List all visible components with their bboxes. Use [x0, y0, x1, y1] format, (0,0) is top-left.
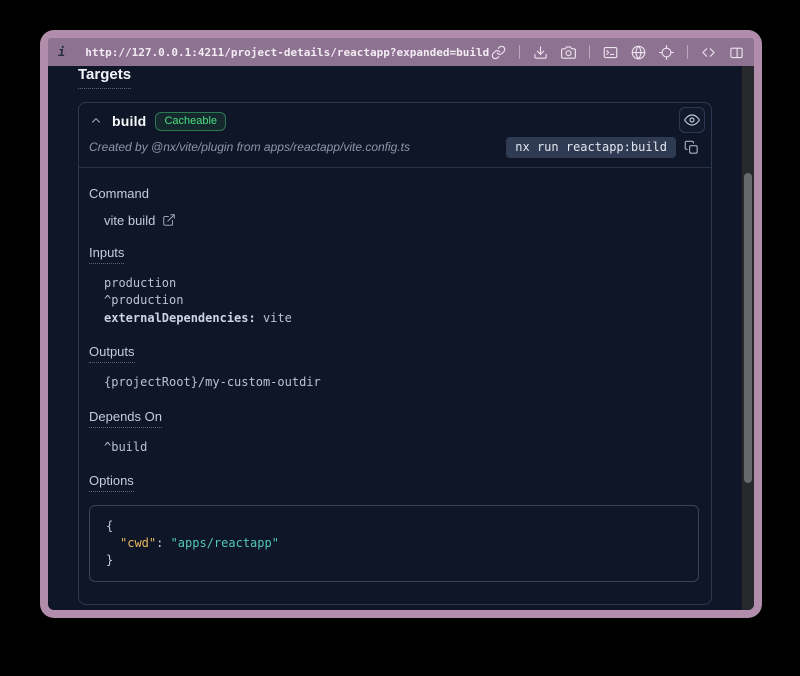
created-by-text: Created by @nx/vite/plugin from apps/rea… — [89, 140, 410, 154]
json-line: { — [106, 518, 682, 535]
inputs-heading: Inputs — [89, 245, 124, 264]
build-title-row: build Cacheable — [89, 112, 699, 131]
target-icon[interactable] — [659, 45, 674, 60]
camera-icon[interactable] — [561, 45, 576, 60]
code-icon[interactable] — [701, 45, 716, 60]
globe-icon[interactable] — [631, 45, 646, 60]
depends-on-item: ^build — [104, 439, 699, 457]
external-link-icon[interactable] — [162, 213, 176, 227]
target-card-build: build Cacheable Created by @nx/vite/plug… — [78, 102, 712, 606]
run-command-chip: nx run reactapp:build — [506, 137, 676, 158]
toolbar-actions — [491, 45, 744, 60]
build-card-header: build Cacheable Created by @nx/vite/plug… — [79, 103, 711, 168]
run-command-group: nx run reactapp:build — [506, 137, 699, 158]
command-heading: Command — [89, 186, 149, 201]
command-value-row: vite build — [104, 213, 699, 228]
json-string-value: "apps/reactapp" — [171, 536, 279, 550]
scrollbar-track[interactable] — [742, 66, 754, 610]
input-item: externalDependencies: vite — [104, 310, 699, 328]
eye-button-build[interactable] — [679, 107, 705, 133]
json-key: "cwd" — [120, 536, 156, 550]
input-key: externalDependencies: — [104, 311, 256, 325]
scrollbar-thumb[interactable] — [744, 173, 752, 483]
input-item: production — [104, 275, 699, 293]
terminal-icon[interactable] — [603, 45, 618, 60]
build-subtitle-row: Created by @nx/vite/plugin from apps/rea… — [89, 137, 699, 158]
page-title: Targets — [78, 66, 131, 89]
input-item: ^production — [104, 292, 699, 310]
output-item: {projectRoot}/my-custom-outdir — [104, 374, 699, 392]
info-icon: i — [58, 45, 65, 59]
chevron-up-icon[interactable] — [89, 114, 103, 128]
page-content: Targets build Cacheable Created — [48, 66, 754, 610]
depends-on-heading: Depends On — [89, 409, 162, 428]
toolbar-divider — [519, 45, 520, 59]
toolbar-divider — [687, 45, 688, 59]
command-value: vite build — [104, 213, 155, 228]
json-line: } — [106, 552, 682, 569]
project-details-main: Targets build Cacheable Created — [48, 66, 754, 610]
input-value: vite — [256, 311, 292, 325]
target-name-build[interactable]: build — [112, 113, 146, 129]
cacheable-badge: Cacheable — [155, 112, 226, 131]
toolbar-divider — [589, 45, 590, 59]
build-card-body: Command vite build Inputs production ^pr… — [79, 168, 711, 605]
inputs-list: production ^production externalDependenc… — [104, 275, 699, 328]
link-icon[interactable] — [491, 45, 506, 60]
download-icon[interactable] — [533, 45, 548, 60]
outputs-list: {projectRoot}/my-custom-outdir — [104, 374, 699, 392]
split-panel-icon[interactable] — [729, 45, 744, 60]
options-json-block: { "cwd": "apps/reactapp" } — [89, 505, 699, 582]
browser-toolbar: i http://127.0.0.1:4211/project-details/… — [48, 38, 754, 66]
url-bar[interactable]: http://127.0.0.1:4211/project-details/re… — [85, 46, 489, 59]
browser-window: i http://127.0.0.1:4211/project-details/… — [40, 30, 762, 618]
json-line: "cwd": "apps/reactapp" — [106, 535, 682, 552]
depends-on-list: ^build — [104, 439, 699, 457]
options-heading: Options — [89, 473, 134, 492]
copy-icon[interactable] — [684, 140, 699, 155]
outputs-heading: Outputs — [89, 344, 135, 363]
